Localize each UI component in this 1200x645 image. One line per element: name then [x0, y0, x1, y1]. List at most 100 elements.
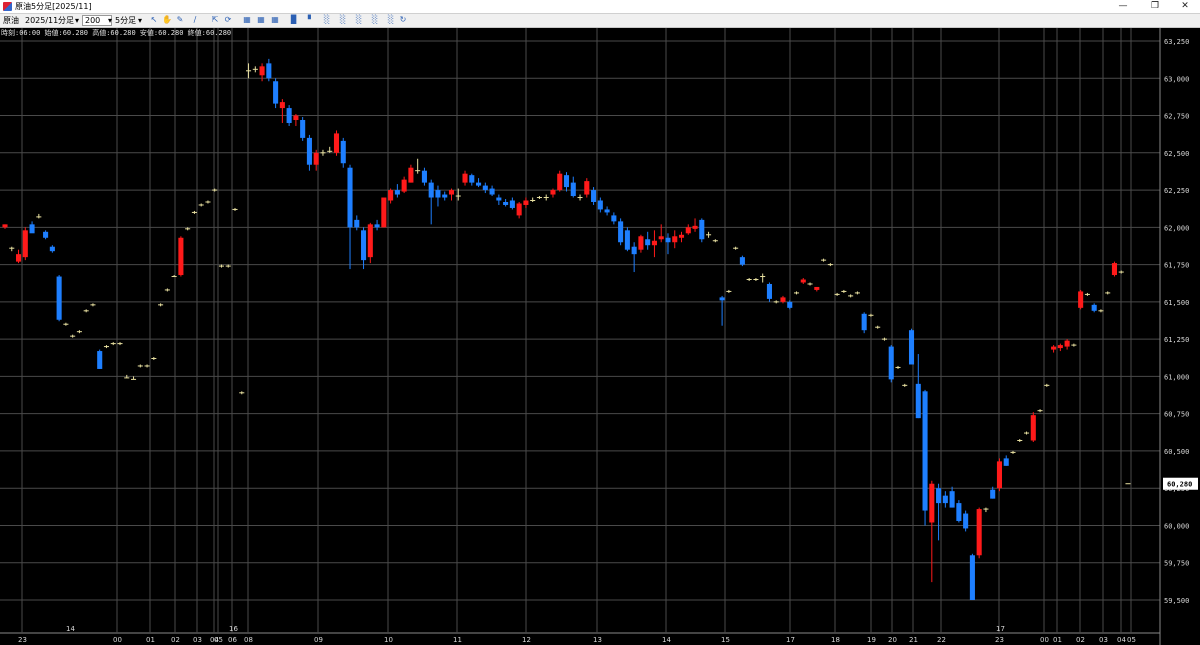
x-tick-label: 19 [867, 636, 876, 644]
candle-body [476, 182, 482, 186]
candle-body [942, 495, 948, 504]
candle-body [374, 224, 380, 228]
candle-body [448, 190, 455, 195]
candle-body [584, 181, 590, 195]
restore-icon[interactable]: ❐ [1140, 0, 1170, 13]
x-tick-label: 15 [721, 636, 730, 644]
candle-body [259, 66, 265, 76]
candle-body [97, 351, 103, 369]
candle-body [178, 237, 184, 276]
table-icon[interactable]: ▦ [270, 15, 280, 25]
candle-body [699, 219, 705, 240]
candle-body [658, 236, 664, 240]
candle-body [1064, 340, 1070, 347]
x-tick-label: 10 [384, 636, 393, 644]
interval-select[interactable]: 5分足 [115, 15, 136, 26]
zoom-icon[interactable]: ⇱ [210, 15, 220, 25]
candle-body [469, 175, 475, 183]
line-tool-icon[interactable]: ∕ [190, 15, 200, 25]
candle-body [963, 513, 969, 529]
refresh-icon[interactable]: ⟳ [223, 15, 233, 25]
candle-body [550, 190, 556, 195]
y-tick-label: 60,000 [1164, 522, 1189, 530]
y-tick-label: 60,750 [1164, 411, 1189, 419]
candle-body [279, 102, 285, 109]
x-tick-label: 05 [1127, 636, 1136, 644]
candle-body [1030, 415, 1036, 441]
pencil-icon[interactable]: ✎ [175, 15, 185, 25]
candle-body [611, 215, 617, 222]
x-tick-label: 22 [937, 636, 946, 644]
x-tick-label: 20 [888, 636, 897, 644]
x-tick-label: 00 [113, 636, 122, 644]
bar-chart-4-icon[interactable]: ░ [370, 15, 380, 25]
minimize-icon[interactable]: — [1108, 0, 1138, 13]
candle-body [990, 489, 996, 499]
candle-body [969, 555, 975, 600]
table-icon[interactable]: ▦ [256, 15, 266, 25]
x-tick-label: 11 [453, 636, 462, 644]
candle-body [496, 197, 502, 201]
indicator-icon[interactable]: ▉ [289, 15, 299, 25]
bar-chart-icon[interactable]: ░ [322, 15, 332, 25]
period-type-select[interactable]: 分足 [58, 15, 74, 26]
candle-body [340, 140, 346, 164]
close-icon[interactable]: ✕ [1170, 0, 1200, 13]
candle-body [29, 224, 35, 234]
x-tick-label: 08 [244, 636, 253, 644]
candle-body [367, 224, 373, 258]
candle-body [286, 108, 292, 123]
candle-body [638, 236, 644, 250]
bar-chart-2-icon[interactable]: ░ [338, 15, 348, 25]
candle-body [313, 152, 319, 165]
candlestick-icon[interactable]: ▘ [306, 15, 316, 25]
candle-body [293, 115, 299, 121]
candle-body [361, 230, 367, 261]
candle-body [1051, 346, 1057, 350]
y-tick-label: 62,500 [1164, 150, 1189, 158]
candle-body [631, 246, 637, 255]
hand-icon[interactable]: ✋ [162, 15, 172, 25]
candle-body [482, 185, 488, 191]
candle-body [692, 225, 698, 229]
candle-body [766, 283, 772, 299]
candle-body [1111, 263, 1118, 276]
x-tick-label: 12 [522, 636, 531, 644]
candle-body [976, 509, 982, 556]
candle-body [333, 133, 340, 153]
chevron-down-icon[interactable]: ▾ [75, 15, 79, 26]
candle-body [678, 234, 685, 238]
candle-body [1057, 345, 1063, 349]
candle-body [1003, 458, 1009, 466]
bar-chart-3-icon[interactable]: ░ [354, 15, 364, 25]
x-tick-label: 17 [786, 636, 795, 644]
candle-body [645, 239, 651, 246]
candle-body [394, 190, 400, 195]
chevron-down-icon[interactable]: ▾ [138, 15, 142, 26]
sync-icon[interactable]: ↻ [398, 15, 408, 25]
x-tick-label: 00 [1040, 636, 1049, 644]
cursor-icon[interactable]: ↖ [149, 15, 159, 25]
y-tick-label: 59,750 [1164, 560, 1189, 568]
candle-body [929, 483, 935, 523]
symbol-label[interactable]: 原油 [3, 15, 19, 26]
chart-area[interactable]: 63,250 63,000 62,750 62,500 62,250 62,000 61,7… [0, 28, 1200, 645]
chevron-down-icon[interactable]: ▾ [108, 15, 112, 26]
candle-body [814, 286, 820, 290]
candlestick-chart[interactable]: 63,250 63,000 62,750 62,500 62,250 62,000 61,7… [0, 28, 1200, 645]
month-label[interactable]: 2025/11 [25, 15, 58, 26]
candle-body [956, 503, 962, 521]
bar-chart-5-icon[interactable]: ░ [386, 15, 396, 25]
candle-body [401, 179, 407, 192]
candle-body [489, 188, 495, 195]
candle-body [381, 197, 387, 228]
candle-body [435, 190, 441, 198]
y-tick-label: 61,500 [1164, 299, 1189, 307]
last-price-label: 60,280 [1167, 481, 1192, 489]
candle-body [347, 167, 353, 228]
grid-icon[interactable]: ▦ [242, 15, 252, 25]
x-date-label: 17 [996, 625, 1005, 633]
candle-body [56, 276, 62, 320]
x-tick-label: 23 [18, 636, 27, 644]
x-tick-label: 03 [193, 636, 202, 644]
